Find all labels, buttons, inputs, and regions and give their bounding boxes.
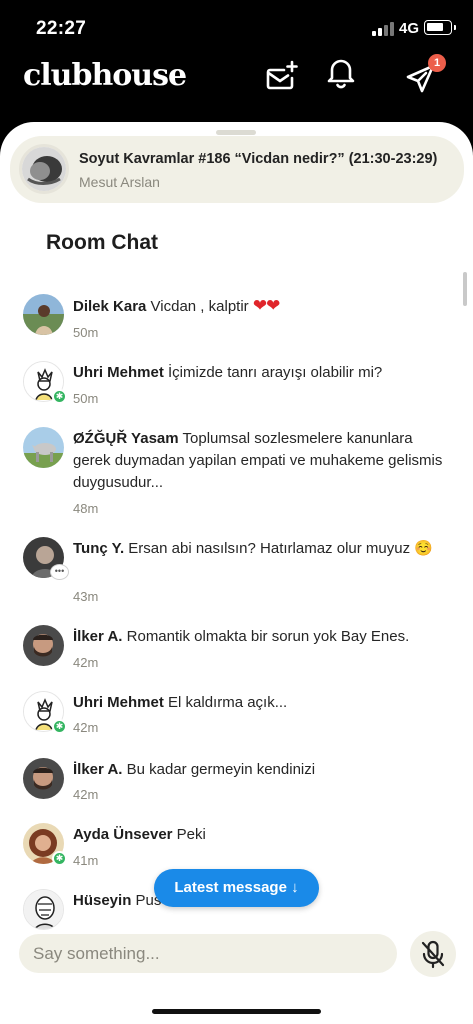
- chat-heading: Room Chat: [46, 231, 158, 254]
- message-time: 42m: [73, 787, 99, 802]
- message-text: Uhri Mehmet El kaldırma açık...: [73, 694, 288, 711]
- message-time: 43m: [73, 589, 99, 604]
- message-time: 41m: [73, 853, 99, 868]
- mic-button[interactable]: [410, 931, 456, 977]
- message-text: Tunç Y. Ersan abi nasılsın? Hatırlamaz o…: [73, 540, 433, 557]
- battery-icon: [424, 20, 456, 35]
- room-host: Mesut Arslan: [79, 174, 160, 190]
- mic-off-icon: [421, 940, 445, 969]
- message-text: Ayda Ünsever Peki: [73, 826, 206, 843]
- chat-bubble-icon: •••: [50, 564, 69, 580]
- sheet-grabber[interactable]: [216, 130, 256, 135]
- message-text: Dilek Kara Vicdan , kalptir ❤❤: [73, 296, 280, 315]
- app-header: clubhouse 1: [0, 52, 473, 122]
- avatar[interactable]: [23, 427, 64, 468]
- network-type: 4G: [399, 20, 420, 37]
- paper-plane-icon[interactable]: 1: [404, 54, 446, 98]
- online-status-icon: ✱: [52, 851, 67, 866]
- avatar[interactable]: [23, 294, 64, 335]
- message-author[interactable]: Uhri Mehmet: [73, 364, 164, 381]
- message-author[interactable]: İlker A.: [73, 628, 122, 645]
- message-text: ØŹĞŲŘ Yasam Toplumsal sozlesmelere kanun…: [73, 430, 443, 491]
- message-input-bar: [19, 934, 397, 973]
- message-text: İlker A. Romantik olmakta bir sorun yok …: [73, 628, 410, 645]
- cellular-signal-icon: [372, 22, 394, 36]
- message-time: 42m: [73, 655, 99, 670]
- message-author[interactable]: Tunç Y.: [73, 540, 124, 557]
- notification-badge: 1: [428, 54, 446, 72]
- room-host-avatar: [19, 144, 69, 194]
- message-author[interactable]: Ayda Ünsever: [73, 826, 173, 843]
- bell-icon[interactable]: [323, 55, 359, 91]
- avatar[interactable]: [23, 625, 64, 666]
- avatar[interactable]: [23, 889, 64, 930]
- invite-envelope-icon[interactable]: [264, 60, 300, 96]
- message-input[interactable]: [19, 934, 397, 973]
- message-text: Uhri Mehmet İçimizde tanrı arayışı olabi…: [73, 364, 383, 381]
- home-indicator: [152, 1009, 321, 1014]
- room-chat-sheet: Soyut Kavramlar #186 “Vicdan nedir?” (21…: [0, 122, 473, 1024]
- message-time: 50m: [73, 325, 99, 340]
- message-author[interactable]: ØŹĞŲŘ Yasam: [73, 430, 179, 447]
- message-time: 48m: [73, 501, 99, 516]
- online-status-icon: ✱: [52, 719, 67, 734]
- online-status-icon: ✱: [52, 389, 67, 404]
- room-title: Soyut Kavramlar #186 “Vicdan nedir?” (21…: [79, 151, 438, 167]
- status-bar: 22:27 4G: [0, 0, 473, 52]
- room-banner[interactable]: Soyut Kavramlar #186 “Vicdan nedir?” (21…: [10, 136, 464, 203]
- avatar[interactable]: [23, 758, 64, 799]
- message-text: İlker A. Bu kadar germeyin kendinizi: [73, 761, 316, 778]
- message-author[interactable]: İlker A.: [73, 761, 122, 778]
- scrollbar[interactable]: [463, 272, 467, 306]
- message-time: 50m: [73, 391, 99, 406]
- status-time: 22:27: [36, 18, 87, 39]
- latest-message-button[interactable]: Latest message ↓: [154, 869, 319, 907]
- clubhouse-logo: clubhouse: [23, 58, 187, 93]
- message-time: 42m: [73, 720, 99, 735]
- heart-emoji-icon: ❤❤: [252, 296, 280, 315]
- message-author[interactable]: Dilek Kara: [73, 298, 146, 315]
- message-author[interactable]: Uhri Mehmet: [73, 694, 164, 711]
- message-author[interactable]: Hüseyin: [73, 892, 131, 909]
